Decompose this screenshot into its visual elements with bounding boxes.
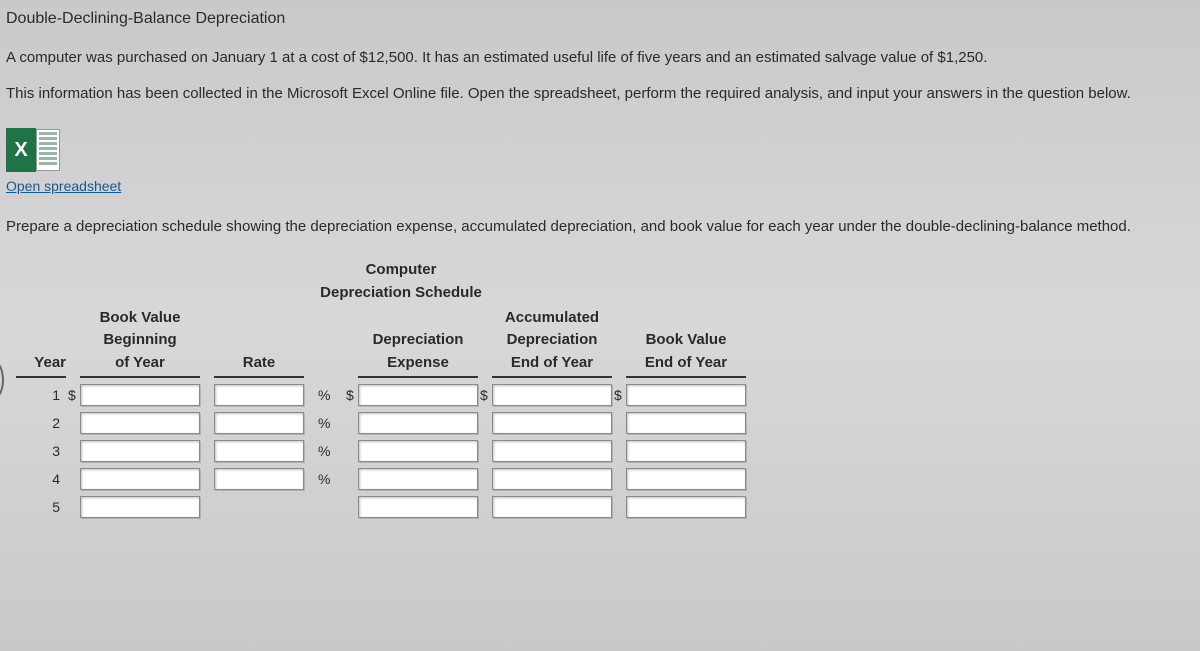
year-label: 3: [16, 440, 66, 462]
instruction-text: Prepare a depreciation schedule showing …: [6, 218, 1190, 235]
dep-exp-input-1[interactable]: [358, 384, 478, 406]
bv-end-input-2[interactable]: [626, 412, 746, 434]
bv-begin-input-2[interactable]: [80, 412, 200, 434]
percent-symbol: %: [318, 412, 344, 434]
percent-symbol: %: [318, 440, 344, 462]
bv-begin-input-5[interactable]: [80, 496, 200, 518]
header-bv-end: Book Value End of Year: [626, 310, 746, 378]
rate-input-3[interactable]: [214, 440, 304, 462]
percent-symbol: %: [318, 384, 344, 406]
excel-icon: X: [6, 128, 62, 172]
bv-end-input-3[interactable]: [626, 440, 746, 462]
bv-begin-input-4[interactable]: [80, 468, 200, 490]
bv-begin-input-1[interactable]: [80, 384, 200, 406]
nav-handle-icon[interactable]: [0, 358, 4, 402]
year-label: 4: [16, 468, 66, 490]
year-label: 5: [16, 496, 66, 518]
dollar-sign: $: [614, 387, 622, 403]
header-year: Year: [16, 310, 66, 378]
percent-symbol: %: [318, 468, 344, 490]
header-dep-expense: Depreciation Expense: [358, 310, 478, 378]
acc-dep-input-5[interactable]: [492, 496, 612, 518]
dep-exp-input-3[interactable]: [358, 440, 478, 462]
rate-input-2[interactable]: [214, 412, 304, 434]
open-spreadsheet-link[interactable]: Open spreadsheet: [6, 178, 121, 194]
header-pct-spacer: [318, 310, 344, 378]
dollar-sign: $: [480, 387, 488, 403]
acc-dep-input-1[interactable]: [492, 384, 612, 406]
bv-end-input-4[interactable]: [626, 468, 746, 490]
header-bv-begin: Book Value Beginning of Year: [80, 310, 200, 378]
problem-statement-1: A computer was purchased on January 1 at…: [6, 46, 1190, 70]
problem-statement-2: This information has been collected in t…: [6, 82, 1190, 106]
depreciation-schedule: Year 1 2 3 4 5 Book Value Beginning of Y…: [16, 310, 1190, 518]
dep-exp-input-2[interactable]: [358, 412, 478, 434]
excel-icon-letter: X: [14, 139, 27, 162]
bv-begin-input-3[interactable]: [80, 440, 200, 462]
year-label: 1: [16, 384, 66, 406]
acc-dep-input-2[interactable]: [492, 412, 612, 434]
year-label: 2: [16, 412, 66, 434]
dollar-sign: $: [68, 387, 76, 403]
dep-exp-input-5[interactable]: [358, 496, 478, 518]
acc-dep-input-3[interactable]: [492, 440, 612, 462]
dep-exp-input-4[interactable]: [358, 468, 478, 490]
header-rate: Rate: [214, 310, 304, 378]
excel-icon-link[interactable]: X: [6, 128, 62, 172]
bv-end-input-5[interactable]: [626, 496, 746, 518]
bv-end-input-1[interactable]: [626, 384, 746, 406]
header-acc-dep: Accumulated Depreciation End of Year: [492, 310, 612, 378]
rate-input-1[interactable]: [214, 384, 304, 406]
rate-input-4[interactable]: [214, 468, 304, 490]
page-title: Double-Declining-Balance Depreciation: [6, 10, 1190, 28]
schedule-title: Computer Depreciation Schedule: [16, 259, 786, 304]
acc-dep-input-4[interactable]: [492, 468, 612, 490]
percent-symbol-empty: [318, 496, 344, 518]
dollar-sign: $: [346, 387, 354, 403]
